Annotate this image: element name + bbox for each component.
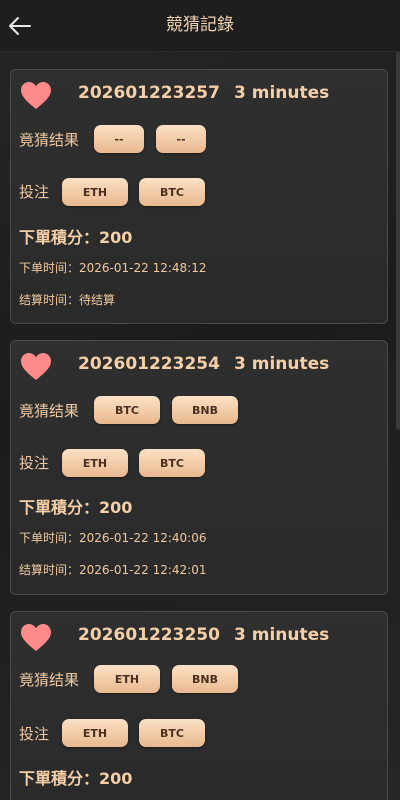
result-label: 竟猜结果 [19, 671, 80, 689]
settle-time-label: 结算时间： [19, 293, 80, 307]
settle-time-label: 结算时间： [19, 563, 80, 577]
duration: 3 minutes [234, 625, 330, 645]
points-value: 200 [99, 769, 133, 788]
settle-time-value: 待结算 [79, 293, 116, 307]
app-header: 競猜記錄 [0, 0, 400, 52]
heart-icon[interactable] [20, 81, 52, 111]
order-time-row: 下单时间：2026-01-22 12:40:06 [19, 529, 206, 546]
order-time-row: 下单时间：2026-01-22 12:48:12 [19, 259, 206, 276]
record-card: 202601223254 3 minutes 竟猜结果 BTC BNB 投注 E… [10, 340, 388, 595]
heart-icon[interactable] [20, 352, 52, 382]
result-pill-1: BTC [94, 396, 160, 424]
bet-label: 投注 [19, 725, 50, 743]
result-pill-1: -- [94, 125, 144, 153]
duration: 3 minutes [234, 354, 330, 374]
bet-pill-1: ETH [62, 719, 128, 747]
points-value: 200 [99, 228, 133, 247]
settle-time-value: 2026-01-22 12:42:01 [79, 563, 207, 577]
result-label: 竟猜结果 [19, 402, 80, 420]
result-pill-1: ETH [94, 665, 160, 693]
bet-label: 投注 [19, 183, 50, 201]
points-label: 下單積分： [19, 228, 100, 247]
result-pill-2: BNB [172, 396, 238, 424]
settle-time-row: 结算时间：2026-01-22 12:42:01 [19, 561, 206, 578]
order-time-value: 2026-01-22 12:48:12 [79, 261, 207, 275]
bet-label: 投注 [19, 454, 50, 472]
order-time-value: 2026-01-22 12:40:06 [79, 531, 207, 545]
order-number: 202601223257 [78, 83, 220, 103]
order-number: 202601223254 [78, 354, 220, 374]
scrollbar[interactable] [396, 52, 400, 430]
order-time-label: 下单时间： [19, 261, 80, 275]
bet-pill-2: BTC [139, 719, 205, 747]
order-time-label: 下单时间： [19, 531, 80, 545]
page-title: 競猜記錄 [166, 15, 234, 35]
points-value: 200 [99, 498, 133, 517]
result-pill-2: BNB [172, 665, 238, 693]
bet-pill-1: ETH [62, 178, 128, 206]
bet-pill-1: ETH [62, 449, 128, 477]
record-card: 202601223250 3 minutes 竟猜结果 ETH BNB 投注 E… [10, 611, 388, 800]
order-number: 202601223250 [78, 625, 220, 645]
points-row: 下單積分：200 [19, 765, 132, 789]
bet-pill-2: BTC [139, 449, 205, 477]
duration: 3 minutes [234, 83, 330, 103]
points-row: 下單積分：200 [19, 224, 132, 248]
record-card: 202601223257 3 minutes 竟猜结果 -- -- 投注 ETH… [10, 69, 388, 324]
points-label: 下單積分： [19, 498, 100, 517]
settle-time-row: 结算时间：待结算 [19, 291, 115, 308]
result-label: 竟猜结果 [19, 131, 80, 149]
points-row: 下單積分：200 [19, 494, 132, 518]
bet-pill-2: BTC [139, 178, 205, 206]
result-pill-2: -- [156, 125, 206, 153]
points-label: 下單積分： [19, 769, 100, 788]
heart-icon[interactable] [20, 623, 52, 653]
